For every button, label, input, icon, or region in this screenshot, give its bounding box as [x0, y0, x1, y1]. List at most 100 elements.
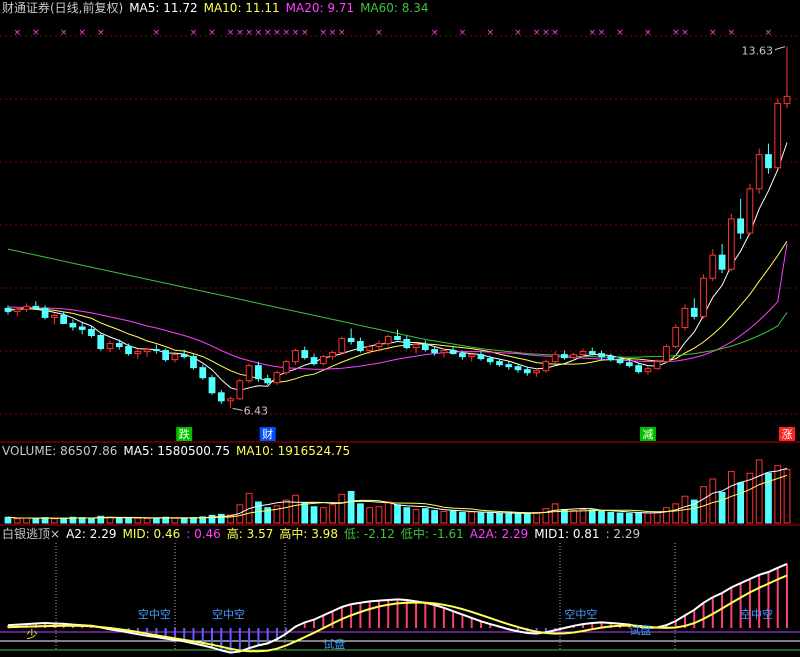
volume-bar-down: [347, 490, 355, 524]
candle-up: [672, 326, 680, 348]
signal-marker: ×: [78, 28, 86, 38]
candle-down: [765, 154, 772, 169]
candle-up: [542, 361, 550, 372]
signal-marker: ×: [459, 28, 467, 38]
ma5-label: MA5: 11.72: [129, 1, 198, 15]
indicator-label: 空中空: [740, 607, 773, 621]
volume-bar-down: [486, 511, 494, 524]
candle-up: [50, 314, 58, 318]
indicator-name[interactable]: 白银逃顶: [2, 527, 50, 541]
candle-up: [746, 188, 754, 234]
candle-down: [310, 357, 318, 365]
volume-bar-up: [551, 503, 559, 524]
volume-bar-up: [273, 505, 281, 524]
candle-down: [255, 365, 262, 380]
signal-label: 涨: [782, 428, 793, 441]
volume-bar-down: [180, 517, 188, 524]
indicator-header: 白银逃顶× A2: 2.29 MID: 0.46: 0.46 高: 3.57 高中: 3…: [2, 527, 646, 541]
signal-marker: ×: [190, 28, 198, 38]
volume-bar-up: [292, 494, 299, 524]
signal-marker: ×: [672, 28, 680, 38]
candle-down: [403, 339, 411, 349]
candle-down: [588, 351, 596, 355]
signal-marker: ×: [765, 28, 773, 38]
volume-bar-down: [718, 491, 726, 524]
candle-down: [115, 343, 123, 348]
volume-bar-down: [737, 482, 745, 524]
candle-down: [217, 392, 225, 402]
v10-label: : 2.29: [605, 527, 641, 541]
close-icon[interactable]: ×: [50, 527, 60, 541]
candle-down: [523, 369, 531, 374]
volume-bar-down: [301, 502, 309, 524]
candle-down: [199, 367, 207, 379]
volume-bar-down: [635, 511, 642, 524]
candle-down: [41, 307, 49, 318]
volume-bar-down: [431, 510, 438, 524]
candle-down: [625, 362, 633, 367]
volume-bar-up: [542, 508, 550, 524]
volume-ma5-label: MA5: 1580500.75: [123, 444, 230, 458]
high-annotation: 13.63: [742, 45, 774, 58]
volume-bar-up: [319, 507, 327, 524]
signal-marker: ×: [292, 28, 300, 38]
signal-label: 财: [262, 427, 273, 441]
volume-bar-down: [421, 508, 429, 524]
signal-marker: ×: [533, 28, 541, 38]
candle-down: [347, 338, 355, 343]
mid-label: MID: 0.46: [122, 527, 181, 541]
candle-down: [125, 346, 132, 355]
candle-down: [486, 358, 494, 363]
candle-up: [282, 361, 290, 374]
indicator-label: 空中空: [138, 607, 171, 621]
signal-marker: ×: [255, 28, 263, 38]
volume-bar-up: [171, 517, 179, 524]
candle-down: [690, 307, 698, 317]
candle-up: [653, 361, 661, 370]
signal-marker: ×: [97, 28, 105, 38]
candle-up: [366, 346, 374, 352]
volume-bar-up: [440, 511, 448, 524]
indicator-label: 少: [27, 628, 38, 641]
a2-label: A2: 2.29: [66, 527, 117, 541]
volume-bar-down: [88, 517, 95, 524]
candle-up: [570, 354, 578, 359]
volume-bar-up: [644, 512, 652, 524]
volume-bar-up: [579, 509, 587, 524]
ma60-label: MA60: 8.34: [360, 1, 429, 15]
candle-up: [412, 344, 420, 349]
low-pointer: [232, 407, 243, 411]
volume-bar-up: [143, 517, 151, 524]
signal-marker: ×: [431, 28, 439, 38]
volume-bar-up: [412, 509, 420, 524]
candle-down: [301, 350, 309, 359]
candle-up: [329, 352, 336, 358]
candle-down: [4, 307, 12, 312]
ma20-label: MA20: 9.71: [285, 1, 355, 15]
volume-bar-down: [496, 512, 503, 524]
candle-up: [23, 305, 30, 310]
candle-down: [357, 341, 364, 352]
candle-up: [468, 354, 476, 358]
candle-down: [616, 359, 624, 364]
candle-down: [69, 322, 77, 328]
volume-bar-down: [357, 503, 364, 524]
candle-down: [737, 218, 745, 234]
candle-up: [227, 398, 234, 402]
volume-bar-up: [533, 511, 540, 524]
candle-up: [663, 346, 670, 363]
volume-bar-down: [588, 509, 596, 524]
volume-bar-down: [190, 517, 197, 524]
volume-bar-up: [50, 518, 58, 524]
candle-up: [709, 254, 717, 279]
candle-down: [153, 349, 160, 352]
a2a-label: A2A: 2.29: [469, 527, 529, 541]
volume-bar-up: [755, 459, 763, 524]
volume-bar-up: [468, 511, 476, 524]
stock-title: 财通证券(日线,前复权): [2, 1, 124, 15]
candle-down: [505, 364, 513, 368]
signal-marker: ×: [282, 28, 290, 38]
candle-down: [449, 350, 457, 355]
v3-label: : 0.46: [186, 527, 221, 541]
candle-up: [774, 102, 782, 169]
